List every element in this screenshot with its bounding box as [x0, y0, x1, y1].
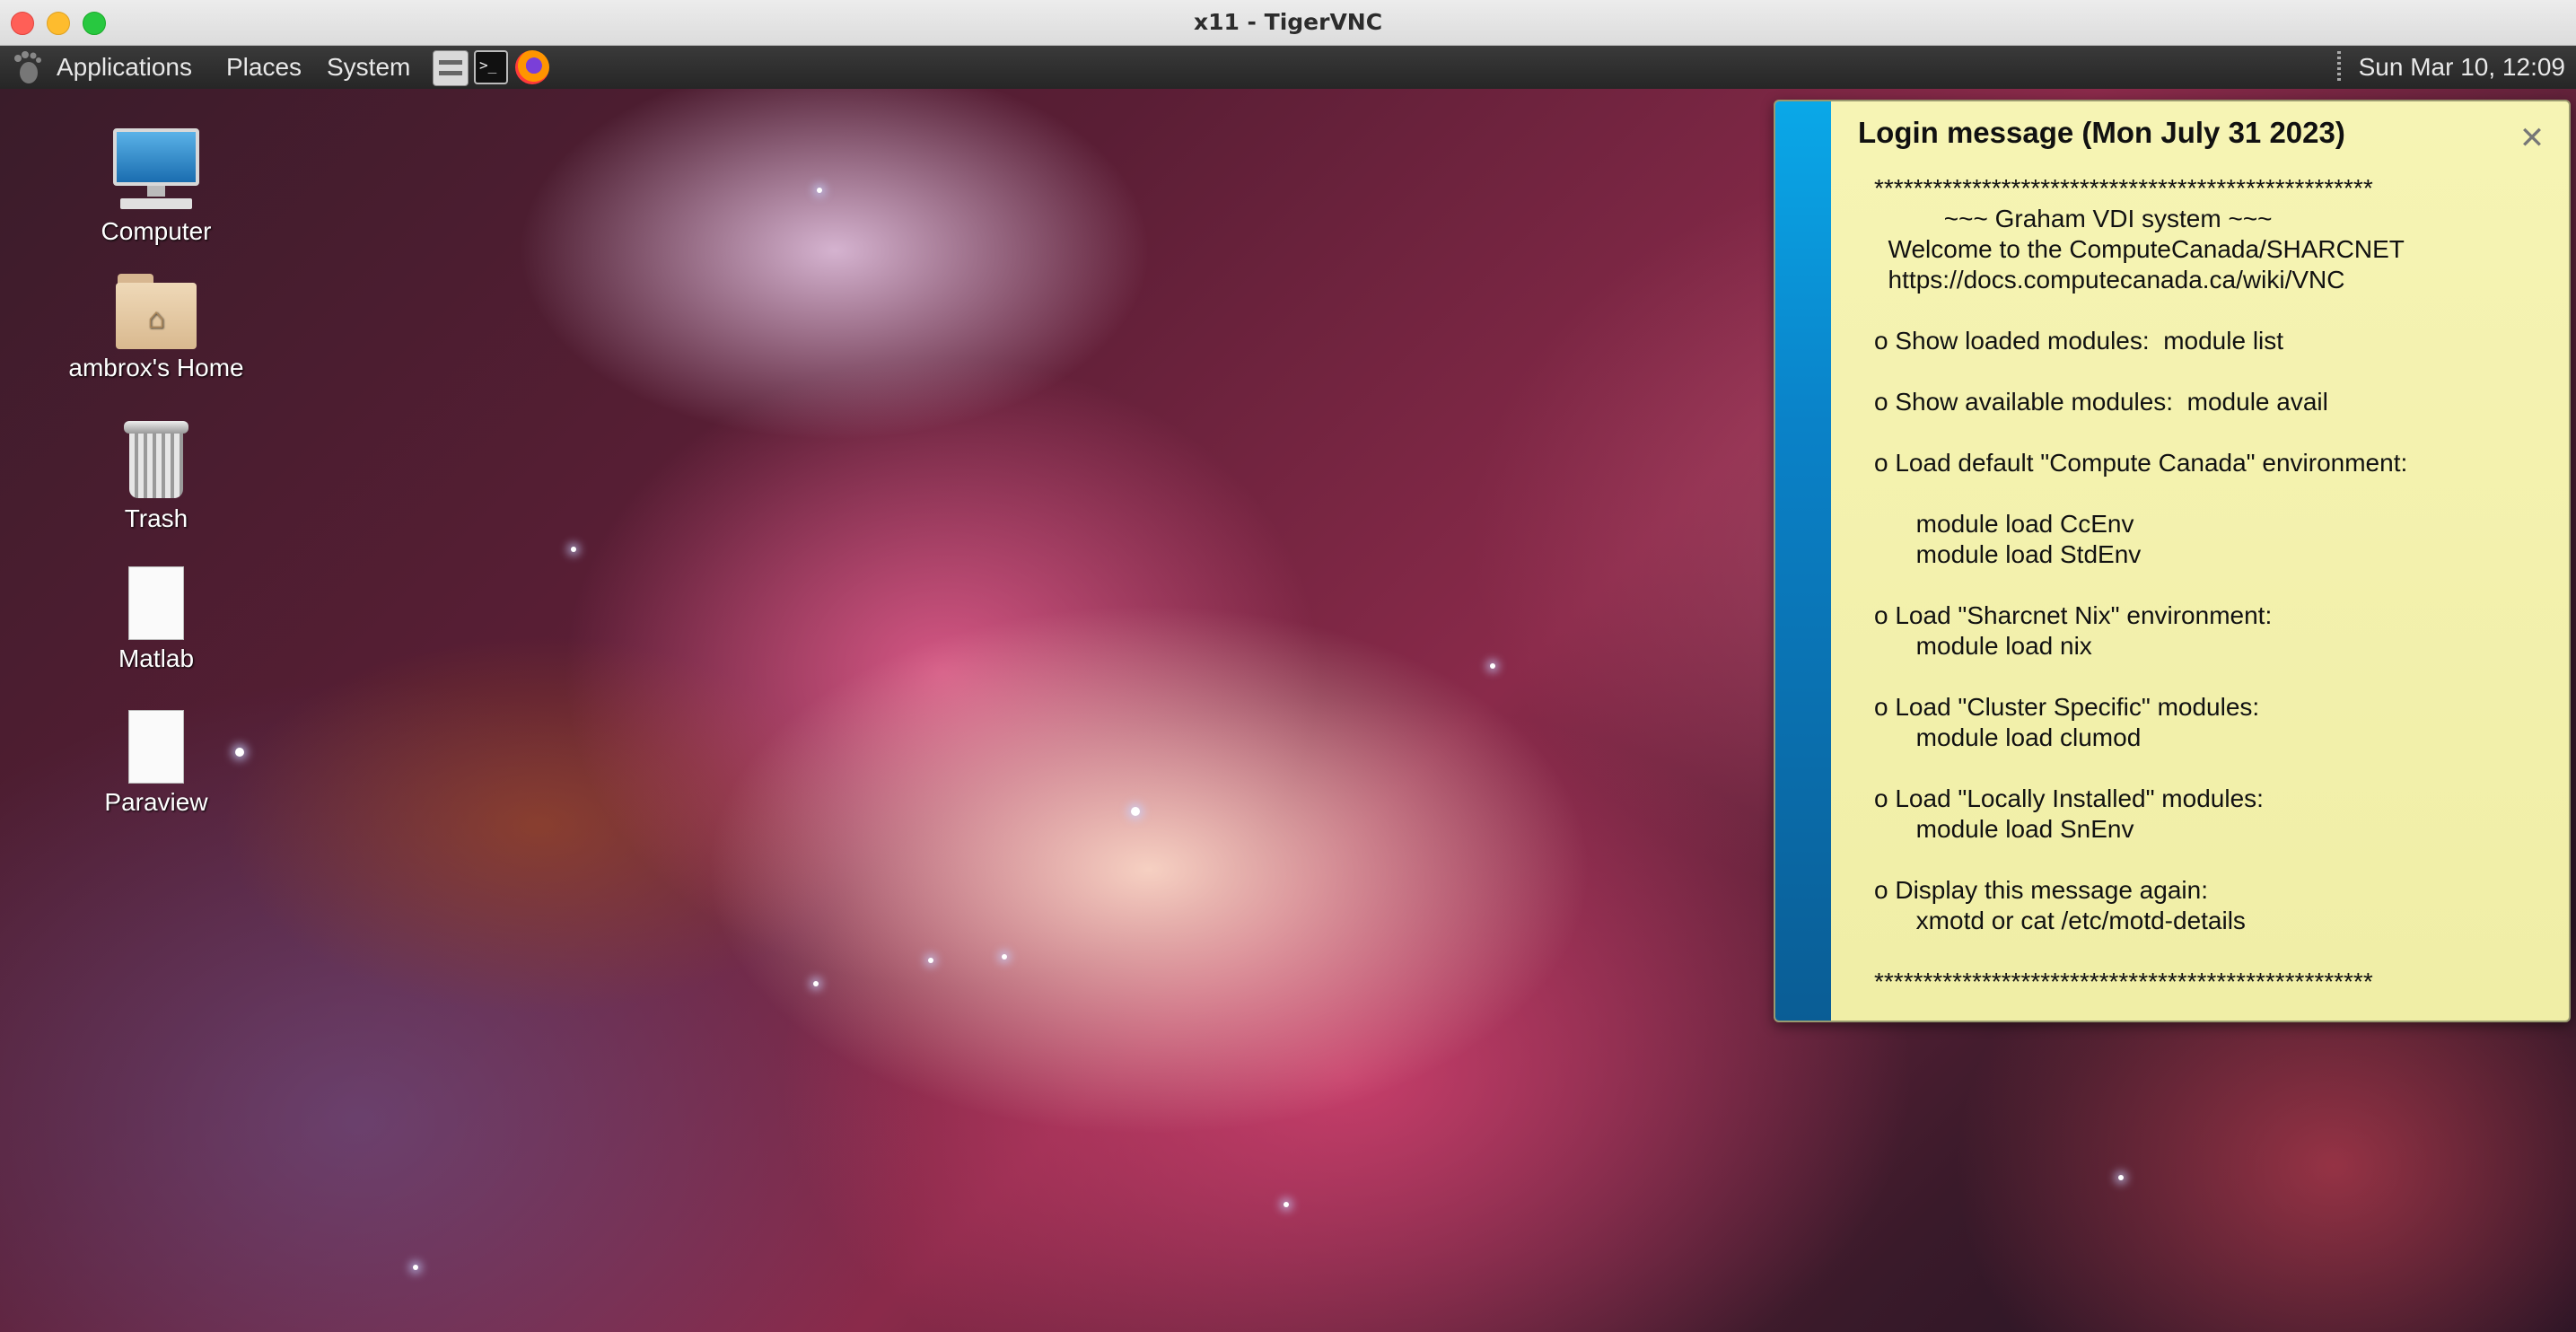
clock[interactable]: Sun Mar 10, 12:09: [2359, 51, 2565, 83]
desktop-icon-computer[interactable]: Computer: [66, 128, 246, 247]
computer-icon: [113, 128, 199, 213]
message-line: ****************************************…: [1874, 174, 2373, 202]
message-line: module load clumod: [1874, 723, 2142, 751]
message-line: [1874, 936, 2556, 967]
file-manager-icon[interactable]: [433, 50, 469, 86]
message-line: module load SnEnv: [1874, 815, 2134, 843]
message-line: ~~~ Graham VDI system ~~~: [1874, 205, 2273, 232]
login-message-title: Login message (Mon July 31 2023): [1858, 116, 2345, 149]
message-line: o Show loaded modules: module list: [1874, 327, 2284, 355]
message-line: [1874, 570, 2556, 600]
message-line: [1874, 753, 2556, 784]
file-icon: [128, 710, 184, 784]
message-line: ****************************************…: [1874, 968, 2373, 995]
vnc-window-titlebar: x11 - TigerVNC: [0, 0, 2576, 46]
close-icon[interactable]: ✕: [2517, 123, 2547, 153]
message-line: [1874, 417, 2556, 448]
message-line: module load StdEnv: [1874, 540, 2142, 568]
message-line: https://docs.computecanada.ca/wiki/VNC: [1874, 266, 2345, 294]
desktop-icon-label: Matlab: [118, 644, 195, 672]
desktop-icon-trash[interactable]: Trash: [66, 421, 246, 534]
message-line: o Load "Sharcnet Nix" environment:: [1874, 601, 2273, 629]
message-line: [1874, 478, 2556, 509]
message-line: [1874, 662, 2556, 692]
message-line: [1874, 845, 2556, 875]
desktop-icon-label: Computer: [101, 217, 212, 245]
desktop-icon-paraview[interactable]: Paraview: [66, 710, 246, 818]
menu-system[interactable]: System: [327, 51, 410, 83]
login-message-body: ****************************************…: [1874, 173, 2556, 997]
desktop-icon-label: Trash: [124, 504, 188, 532]
message-line: Welcome to the ComputeCanada/SHARCNET: [1874, 235, 2405, 263]
desktop-icon-label: Paraview: [104, 788, 208, 816]
file-icon: [128, 566, 184, 640]
message-line: o Load "Locally Installed" modules:: [1874, 784, 2264, 812]
menu-places[interactable]: Places: [226, 51, 302, 83]
trash-icon: [124, 421, 188, 500]
gnome-foot-icon[interactable]: [9, 49, 45, 85]
window-title: x11 - TigerVNC: [1193, 9, 1383, 35]
message-line: [1874, 356, 2556, 387]
message-line: [1874, 295, 2556, 326]
message-line: module load nix: [1874, 632, 2092, 660]
panel-separator: [2337, 51, 2341, 83]
firefox-icon[interactable]: [515, 50, 549, 84]
desktop-icon-matlab[interactable]: Matlab: [66, 566, 246, 674]
message-line: module load CcEnv: [1874, 510, 2134, 538]
terminal-icon[interactable]: >_: [474, 50, 508, 84]
home-folder-icon: ⌂: [116, 274, 197, 349]
top-panel: Applications Places System >_ Sun Mar 10…: [0, 46, 2576, 89]
desktop-icon-home[interactable]: ⌂ ambrox's Home: [66, 274, 246, 383]
message-line: o Load "Cluster Specific" modules:: [1874, 693, 2260, 721]
menu-applications[interactable]: Applications: [57, 51, 192, 83]
message-line: o Display this message again:: [1874, 876, 2208, 904]
message-line: o Show available modules: module avail: [1874, 388, 2328, 416]
desktop-icon-label: ambrox's Home: [68, 354, 244, 381]
login-message-popup[interactable]: Login message (Mon July 31 2023) ✕ *****…: [1774, 100, 2571, 1022]
message-line: o Load default "Compute Canada" environm…: [1874, 449, 2408, 477]
message-line: xmotd or cat /etc/motd-details: [1874, 907, 2246, 934]
popup-accent-stripe: [1775, 101, 1831, 1021]
